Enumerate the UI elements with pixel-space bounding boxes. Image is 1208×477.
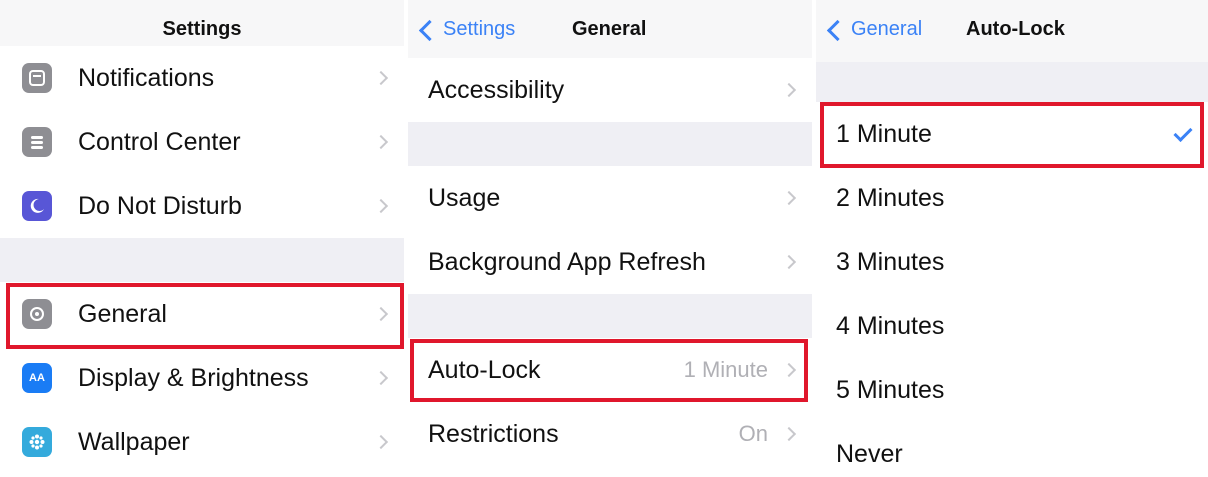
- general-item-restrictions[interactable]: Restrictions On: [408, 402, 812, 466]
- settings-item-notifications[interactable]: Notifications: [0, 46, 404, 110]
- moon-icon: [22, 191, 52, 221]
- general-panel: Settings General Accessibility Usage Bac…: [408, 0, 812, 477]
- chevron-right-icon: [373, 370, 389, 386]
- section-separator: [408, 294, 812, 338]
- notifications-icon: [22, 63, 52, 93]
- restrictions-value: On: [738, 421, 768, 446]
- chevron-right-icon: [373, 434, 389, 450]
- settings-item-wallpaper[interactable]: Wallpaper: [0, 410, 404, 474]
- auto-lock-option-label: 4 Minutes: [836, 311, 945, 340]
- general-item-accessibility[interactable]: Accessibility: [408, 58, 812, 122]
- settings-item-display-brightness[interactable]: AA Display & Brightness: [0, 346, 404, 410]
- auto-lock-title: Auto-Lock: [966, 18, 1065, 40]
- auto-lock-option-5-minutes[interactable]: 5 Minutes: [816, 358, 1208, 422]
- section-separator: [0, 238, 404, 282]
- settings-item-label: Do Not Disturb: [78, 191, 242, 220]
- wallpaper-icon: [22, 427, 52, 457]
- back-button-general[interactable]: General: [826, 18, 923, 41]
- auto-lock-option-label: 5 Minutes: [836, 375, 945, 404]
- chevron-right-icon: [373, 70, 389, 86]
- auto-lock-panel: General Auto-Lock 1 Minute 2 Minutes 3 M…: [816, 0, 1208, 477]
- back-label: General: [851, 18, 923, 40]
- general-item-label: Accessibility: [428, 75, 565, 104]
- back-button-settings[interactable]: Settings: [418, 18, 516, 41]
- auto-lock-option-2-minutes[interactable]: 2 Minutes: [816, 166, 1208, 230]
- chevron-right-icon: [373, 198, 389, 214]
- chevron-left-icon: [826, 19, 849, 41]
- chevron-right-icon: [781, 426, 797, 442]
- settings-item-do-not-disturb[interactable]: Do Not Disturb: [0, 174, 404, 238]
- general-navbar: Settings General: [408, 0, 812, 63]
- auto-lock-option-label: Never: [836, 439, 903, 468]
- auto-lock-option-4-minutes[interactable]: 4 Minutes: [816, 294, 1208, 358]
- section-separator: [816, 62, 1208, 102]
- settings-item-general[interactable]: General: [0, 282, 404, 346]
- settings-item-label: Display & Brightness: [78, 363, 309, 392]
- general-item-background-app-refresh[interactable]: Background App Refresh: [408, 230, 812, 294]
- settings-item-label: Wallpaper: [78, 427, 190, 456]
- general-item-usage[interactable]: Usage: [408, 166, 812, 230]
- settings-item-control-center[interactable]: Control Center: [0, 110, 404, 174]
- control-center-icon: [22, 127, 52, 157]
- auto-lock-option-label: 1 Minute: [836, 119, 932, 148]
- general-title: General: [572, 18, 647, 40]
- general-item-label: Usage: [428, 183, 501, 212]
- auto-lock-option-3-minutes[interactable]: 3 Minutes: [816, 230, 1208, 294]
- chevron-right-icon: [781, 362, 797, 378]
- auto-lock-option-1-minute[interactable]: 1 Minute: [816, 102, 1208, 166]
- settings-title: Settings: [162, 18, 242, 40]
- general-item-label: Background App Refresh: [428, 247, 706, 276]
- auto-lock-value: 1 Minute: [683, 357, 768, 382]
- section-separator: [408, 122, 812, 166]
- auto-lock-option-label: 3 Minutes: [836, 247, 945, 276]
- display-brightness-icon: AA: [22, 363, 52, 393]
- gear-icon: [22, 299, 52, 329]
- auto-lock-option-never[interactable]: Never: [816, 422, 1208, 477]
- back-label: Settings: [443, 18, 516, 40]
- general-item-auto-lock[interactable]: Auto-Lock 1 Minute: [408, 338, 812, 402]
- chevron-left-icon: [418, 19, 441, 41]
- chevron-right-icon: [781, 82, 797, 98]
- chevron-right-icon: [373, 306, 389, 322]
- settings-item-label: General: [78, 299, 167, 328]
- auto-lock-navbar: General Auto-Lock: [816, 0, 1208, 63]
- settings-panel: Settings Notifications Control Center Do…: [0, 0, 404, 477]
- chevron-right-icon: [373, 134, 389, 150]
- chevron-right-icon: [781, 190, 797, 206]
- auto-lock-option-label: 2 Minutes: [836, 183, 945, 212]
- general-item-label: Auto-Lock: [428, 355, 541, 384]
- settings-item-label: Notifications: [78, 63, 215, 92]
- general-item-label: Restrictions: [428, 419, 559, 448]
- settings-item-label: Control Center: [78, 127, 241, 156]
- checkmark-icon: [1173, 122, 1193, 143]
- chevron-right-icon: [781, 254, 797, 270]
